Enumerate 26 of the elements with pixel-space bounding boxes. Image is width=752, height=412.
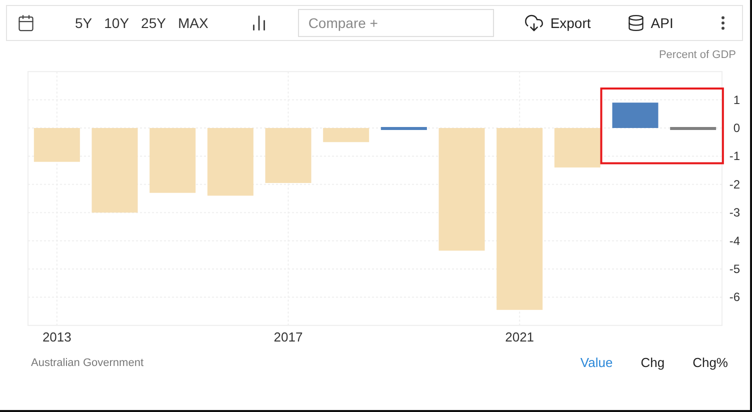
axis-label: -1 [729, 149, 740, 164]
axis-label: -6 [729, 290, 740, 304]
export-button[interactable]: Export [524, 13, 591, 33]
api-button[interactable]: API [626, 14, 674, 32]
axis-label: 2021 [505, 329, 534, 344]
range-button[interactable]: 10Y [98, 15, 136, 31]
cloud-download-icon [524, 13, 544, 33]
view-tab[interactable]: Value [580, 355, 613, 370]
axis-label: -5 [729, 262, 740, 276]
axis-label: -4 [729, 234, 740, 248]
axis-label: 2013 [42, 329, 72, 344]
axis-label: -3 [729, 206, 740, 220]
source-label: Australian Government [31, 356, 144, 368]
range-button[interactable]: MAX [172, 15, 214, 31]
calendar-icon[interactable] [17, 14, 35, 32]
view-tab[interactable]: Chg [640, 355, 665, 370]
range-button[interactable]: 25Y [135, 15, 172, 31]
axis-label: 2017 [274, 329, 303, 344]
view-tab[interactable]: Chg% [692, 355, 728, 370]
range-button[interactable]: 5Y [69, 15, 98, 31]
unit-label: Percent of GDP [658, 49, 736, 61]
axis-label: 0 [733, 121, 740, 135]
axis-label: -2 [729, 177, 740, 192]
database-icon [626, 14, 645, 32]
compare-field[interactable]: Compare + [298, 9, 494, 37]
axis-label: 1 [733, 92, 740, 107]
